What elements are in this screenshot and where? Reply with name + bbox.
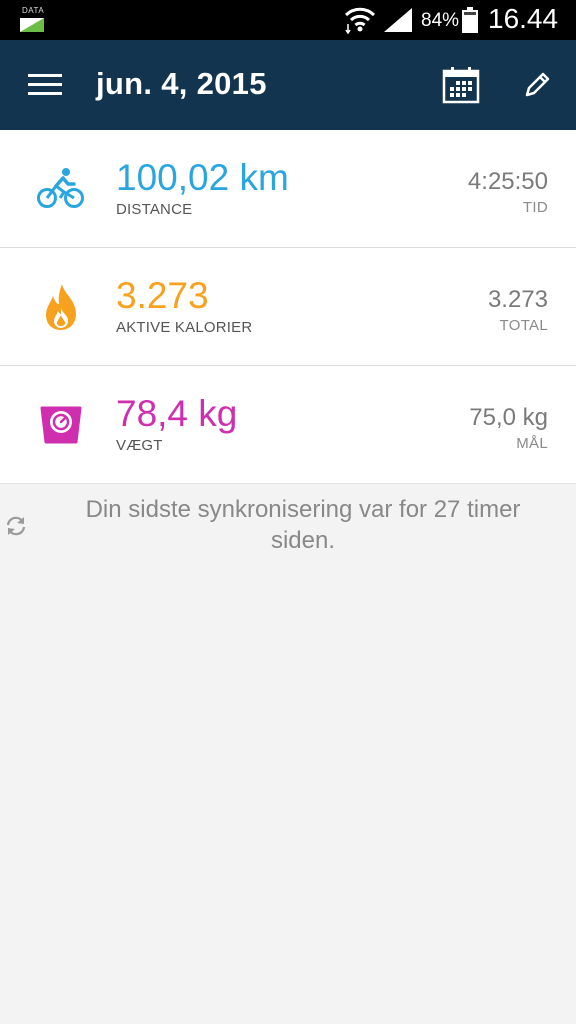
goal-weight-label: MÅL (516, 435, 548, 452)
app-bar: jun. 4, 2015 (0, 40, 576, 130)
calories-card[interactable]: 3.273 AKTIVE KALORIER 3.273 TOTAL (0, 248, 576, 366)
calories-label: AKTIVE KALORIER (116, 319, 253, 336)
menu-icon (28, 74, 62, 95)
clock: 16.44 (488, 3, 559, 34)
edit-button[interactable] (522, 70, 552, 100)
distance-value: 100,02 km (116, 157, 289, 198)
time-label: TID (522, 199, 548, 216)
scale-icon (40, 406, 82, 444)
bicycle-icon (37, 168, 84, 208)
sync-message: Din sidste synkronisering var for 27 tim… (85, 496, 521, 554)
status-bar: DATA 84% 16.44 (0, 0, 576, 40)
menu-button[interactable] (28, 74, 62, 98)
data-indicator: DATA (20, 6, 46, 32)
signal-icon (384, 8, 412, 32)
flame-icon (46, 284, 76, 330)
time-value: 4:25:50 (467, 168, 548, 195)
battery-icon (462, 7, 478, 33)
weight-value: 78,4 kg (116, 393, 238, 434)
battery-percentage: 84% (421, 10, 460, 31)
goal-weight-value: 75,0 kg (469, 404, 548, 431)
distance-label: DISTANCE (116, 201, 193, 218)
page-title: jun. 4, 2015 (96, 66, 267, 101)
calendar-icon (442, 67, 480, 104)
weight-label: VÆGT (116, 437, 163, 454)
total-calories-value: 3.273 (487, 286, 548, 313)
wifi-icon (344, 7, 376, 34)
calendar-button[interactable] (442, 66, 480, 104)
metric-cards: 100,02 km DISTANCE 4:25:50 TID 3.273 AKT… (0, 130, 576, 484)
data-label: DATA (22, 6, 45, 15)
edit-icon (525, 72, 550, 97)
total-calories-label: TOTAL (499, 317, 548, 334)
distance-card[interactable]: 100,02 km DISTANCE 4:25:50 TID (0, 130, 576, 248)
weight-card[interactable]: 78,4 kg VÆGT 75,0 kg MÅL (0, 366, 576, 484)
data-signal-icon (20, 18, 44, 32)
calories-value: 3.273 (116, 275, 209, 316)
sync-icon[interactable] (4, 514, 28, 538)
